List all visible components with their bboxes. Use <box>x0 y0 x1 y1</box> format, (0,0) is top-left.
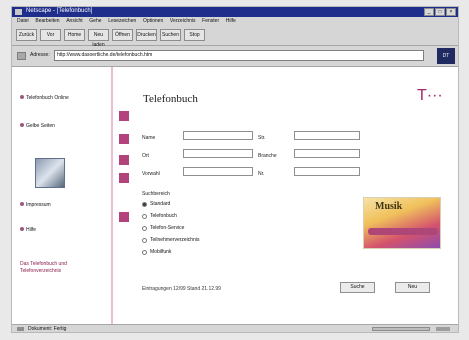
print-button[interactable]: Drucken <box>136 29 157 41</box>
progress-bar <box>372 327 430 331</box>
sidebar: Telefonbuch Online Gelbe Seiten Impressu… <box>12 67 113 324</box>
find-button[interactable]: Suchen <box>160 29 181 41</box>
radio-icon <box>142 213 147 219</box>
tab-marker <box>119 173 129 183</box>
search-scope-label: Suchbereich <box>142 191 170 197</box>
address-input[interactable]: http://www.dasoertliche.de/telefonbuch.h… <box>54 50 424 61</box>
maximize-button[interactable]: □ <box>435 8 445 16</box>
banner-brand: Musik <box>375 201 403 212</box>
radio-icon <box>142 201 147 207</box>
promo-banner[interactable]: Musik <box>363 197 441 249</box>
window-title: Netscape - [Telefonbuch] <box>26 8 93 14</box>
sidebar-item-label: Gelbe Seiten <box>26 123 55 129</box>
vorwahl-label: Vorwahl <box>142 171 160 177</box>
forward-button[interactable]: Vor <box>40 29 61 41</box>
bullet-icon <box>20 202 24 206</box>
main-content: Telefonbuch T··· Name Ort Vorwahl Str. B… <box>113 67 458 324</box>
sidebar-item-hilfe[interactable]: Hilfe <box>20 227 36 233</box>
status-icon <box>17 327 24 331</box>
radio-teilnehmerverzeichnis[interactable]: Teilnehmerverzeichnis <box>142 237 199 243</box>
branch-field[interactable] <box>294 149 360 158</box>
bullet-icon <box>20 95 24 99</box>
bullet-icon <box>20 227 24 231</box>
close-button[interactable]: × <box>446 8 456 16</box>
window-controls: _ □ × <box>424 8 456 16</box>
radio-label: Telefon-Service <box>150 225 185 231</box>
reload-button[interactable]: Neu laden <box>88 29 109 48</box>
street-field[interactable] <box>294 131 360 140</box>
menu-options[interactable]: Optionen <box>143 18 163 24</box>
sidebar-item-telefonbuch[interactable]: Telefonbuch Online <box>20 95 69 101</box>
status-note: Eintragungen 12/99 Stand 21.12.99 <box>142 286 221 292</box>
promo-text[interactable]: Das Telefonbuch und Telefonverzeichnis <box>20 261 106 275</box>
brand-logo: DT <box>437 48 455 64</box>
radio-label: Teilnehmerverzeichnis <box>150 237 200 243</box>
browser-window: Netscape - [Telefonbuch] _ □ × Datei Bea… <box>11 6 459 333</box>
menu-window[interactable]: Fenster <box>202 18 219 24</box>
radio-label: Standard <box>150 201 171 207</box>
name-field[interactable] <box>183 131 253 140</box>
sidebar-item-label: Impressum <box>26 202 51 208</box>
number-field[interactable] <box>294 167 360 176</box>
radio-label: Telefonbuch <box>150 213 177 219</box>
street-label: Str. <box>258 135 266 141</box>
address-bar: Adresse: http://www.dasoertliche.de/tele… <box>12 46 458 67</box>
tab-marker <box>119 134 129 144</box>
banner-strip <box>368 228 438 235</box>
radio-label: Mobilfunk <box>150 249 172 255</box>
menu-edit[interactable]: Bearbeiten <box>35 18 59 24</box>
toolbar: Zurück Vor Home Neu laden Öffnen Drucken… <box>12 26 458 48</box>
menu-bookmarks[interactable]: Lesezeichen <box>108 18 136 24</box>
menu-view[interactable]: Ansicht <box>66 18 82 24</box>
radio-standard[interactable]: Standard <box>142 201 170 207</box>
radio-icon <box>142 225 147 231</box>
radio-telefon-service[interactable]: Telefon-Service <box>142 225 184 231</box>
radio-icon <box>142 237 147 243</box>
open-button[interactable]: Öffnen <box>112 29 133 41</box>
address-label: Adresse: <box>30 52 50 58</box>
search-button[interactable]: Suche <box>340 282 375 293</box>
minimize-button[interactable]: _ <box>424 8 434 16</box>
tab-marker <box>119 155 129 165</box>
sidebar-item-label: Hilfe <box>26 227 37 233</box>
tab-marker <box>119 212 129 222</box>
radio-telefonbuch[interactable]: Telefonbuch <box>142 213 177 219</box>
vorwahl-field[interactable] <box>183 167 253 176</box>
menu-directory[interactable]: Verzeichnis <box>170 18 196 24</box>
bookmark-icon <box>17 52 26 60</box>
phone-illustration-icon <box>35 158 65 188</box>
sidebar-item-gelbe-seiten[interactable]: Gelbe Seiten <box>20 123 55 129</box>
sidebar-item-impressum[interactable]: Impressum <box>20 202 51 208</box>
number-label: Nr. <box>258 171 265 177</box>
status-text: Dokument: Fertig <box>28 326 67 332</box>
branch-label: Branche <box>258 153 277 159</box>
status-bar: Dokument: Fertig <box>12 324 458 332</box>
title-bar: Netscape - [Telefonbuch] _ □ × <box>12 7 458 17</box>
reset-button[interactable]: Neu <box>395 282 430 293</box>
netscape-icon <box>15 9 22 15</box>
home-button[interactable]: Home <box>64 29 85 41</box>
bullet-icon <box>20 123 24 127</box>
sidebar-item-label: Telefonbuch Online <box>26 95 69 101</box>
ort-field[interactable] <box>183 149 253 158</box>
page-title: Telefonbuch <box>143 93 198 105</box>
stop-button[interactable]: Stop <box>184 29 205 41</box>
radio-mobilfunk[interactable]: Mobilfunk <box>142 249 171 255</box>
back-button[interactable]: Zurück <box>16 29 37 41</box>
telekom-logo: T··· <box>417 87 443 104</box>
name-label: Name <box>142 135 156 141</box>
menu-help[interactable]: Hilfe <box>226 18 236 24</box>
menu-go[interactable]: Gehe <box>89 18 101 24</box>
menu-file[interactable]: Datei <box>17 18 29 24</box>
ort-label: Ort <box>142 153 149 159</box>
radio-icon <box>142 249 147 255</box>
tab-marker <box>119 111 129 121</box>
tab-markers <box>116 67 130 324</box>
security-icon <box>436 327 450 331</box>
